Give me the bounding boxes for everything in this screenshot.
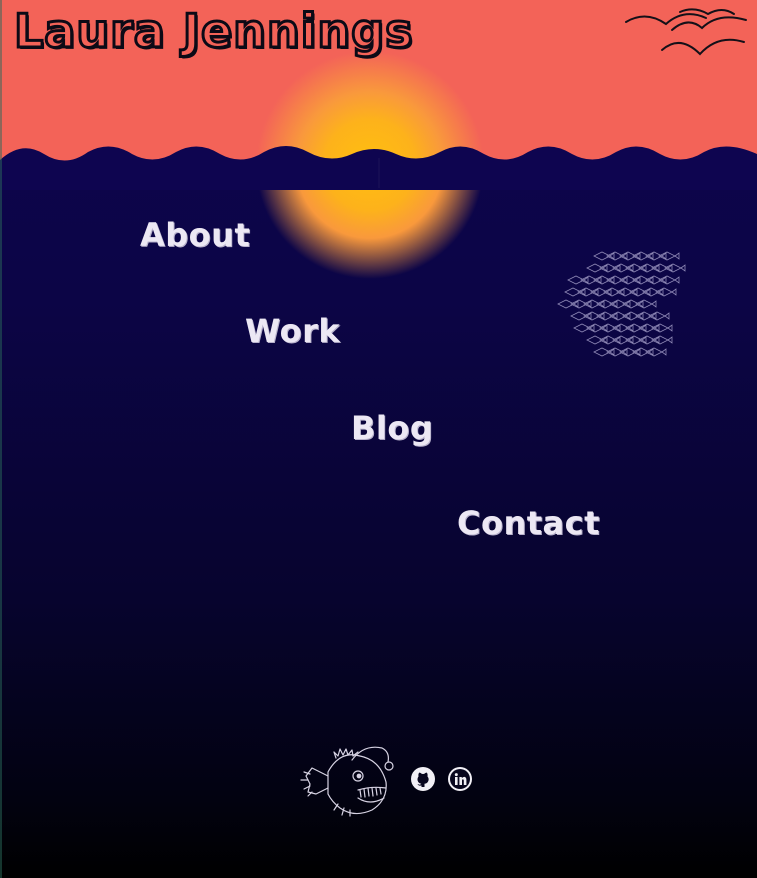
nav-work[interactable]: Work [245, 312, 340, 350]
nav-about[interactable]: About [140, 216, 250, 254]
nav-contact[interactable]: Contact [457, 504, 600, 542]
github-link[interactable] [410, 766, 436, 792]
fish-shape [567, 275, 589, 285]
fish-shape [593, 251, 615, 261]
site-title[interactable]: Laura Jennings [12, 3, 413, 60]
fish-shape [593, 347, 615, 357]
fish-shape [557, 299, 579, 309]
fish-shape [586, 263, 608, 273]
linkedin-link[interactable] [447, 766, 473, 792]
linkedin-icon [448, 767, 472, 791]
birds-icon [625, 8, 747, 56]
anglerfish-icon [300, 746, 394, 817]
nav-blog[interactable]: Blog [351, 409, 433, 447]
github-icon [411, 767, 435, 791]
fish-school-icon [557, 251, 686, 357]
fish-shape [570, 311, 592, 321]
ocean-waves [0, 146, 757, 190]
fish-shape [564, 287, 586, 297]
window-edge [0, 0, 2, 878]
page-frame: Laura Jennings About Work Blog Contact [0, 0, 757, 878]
fish-shape [573, 323, 595, 333]
fish-shape [586, 335, 608, 345]
